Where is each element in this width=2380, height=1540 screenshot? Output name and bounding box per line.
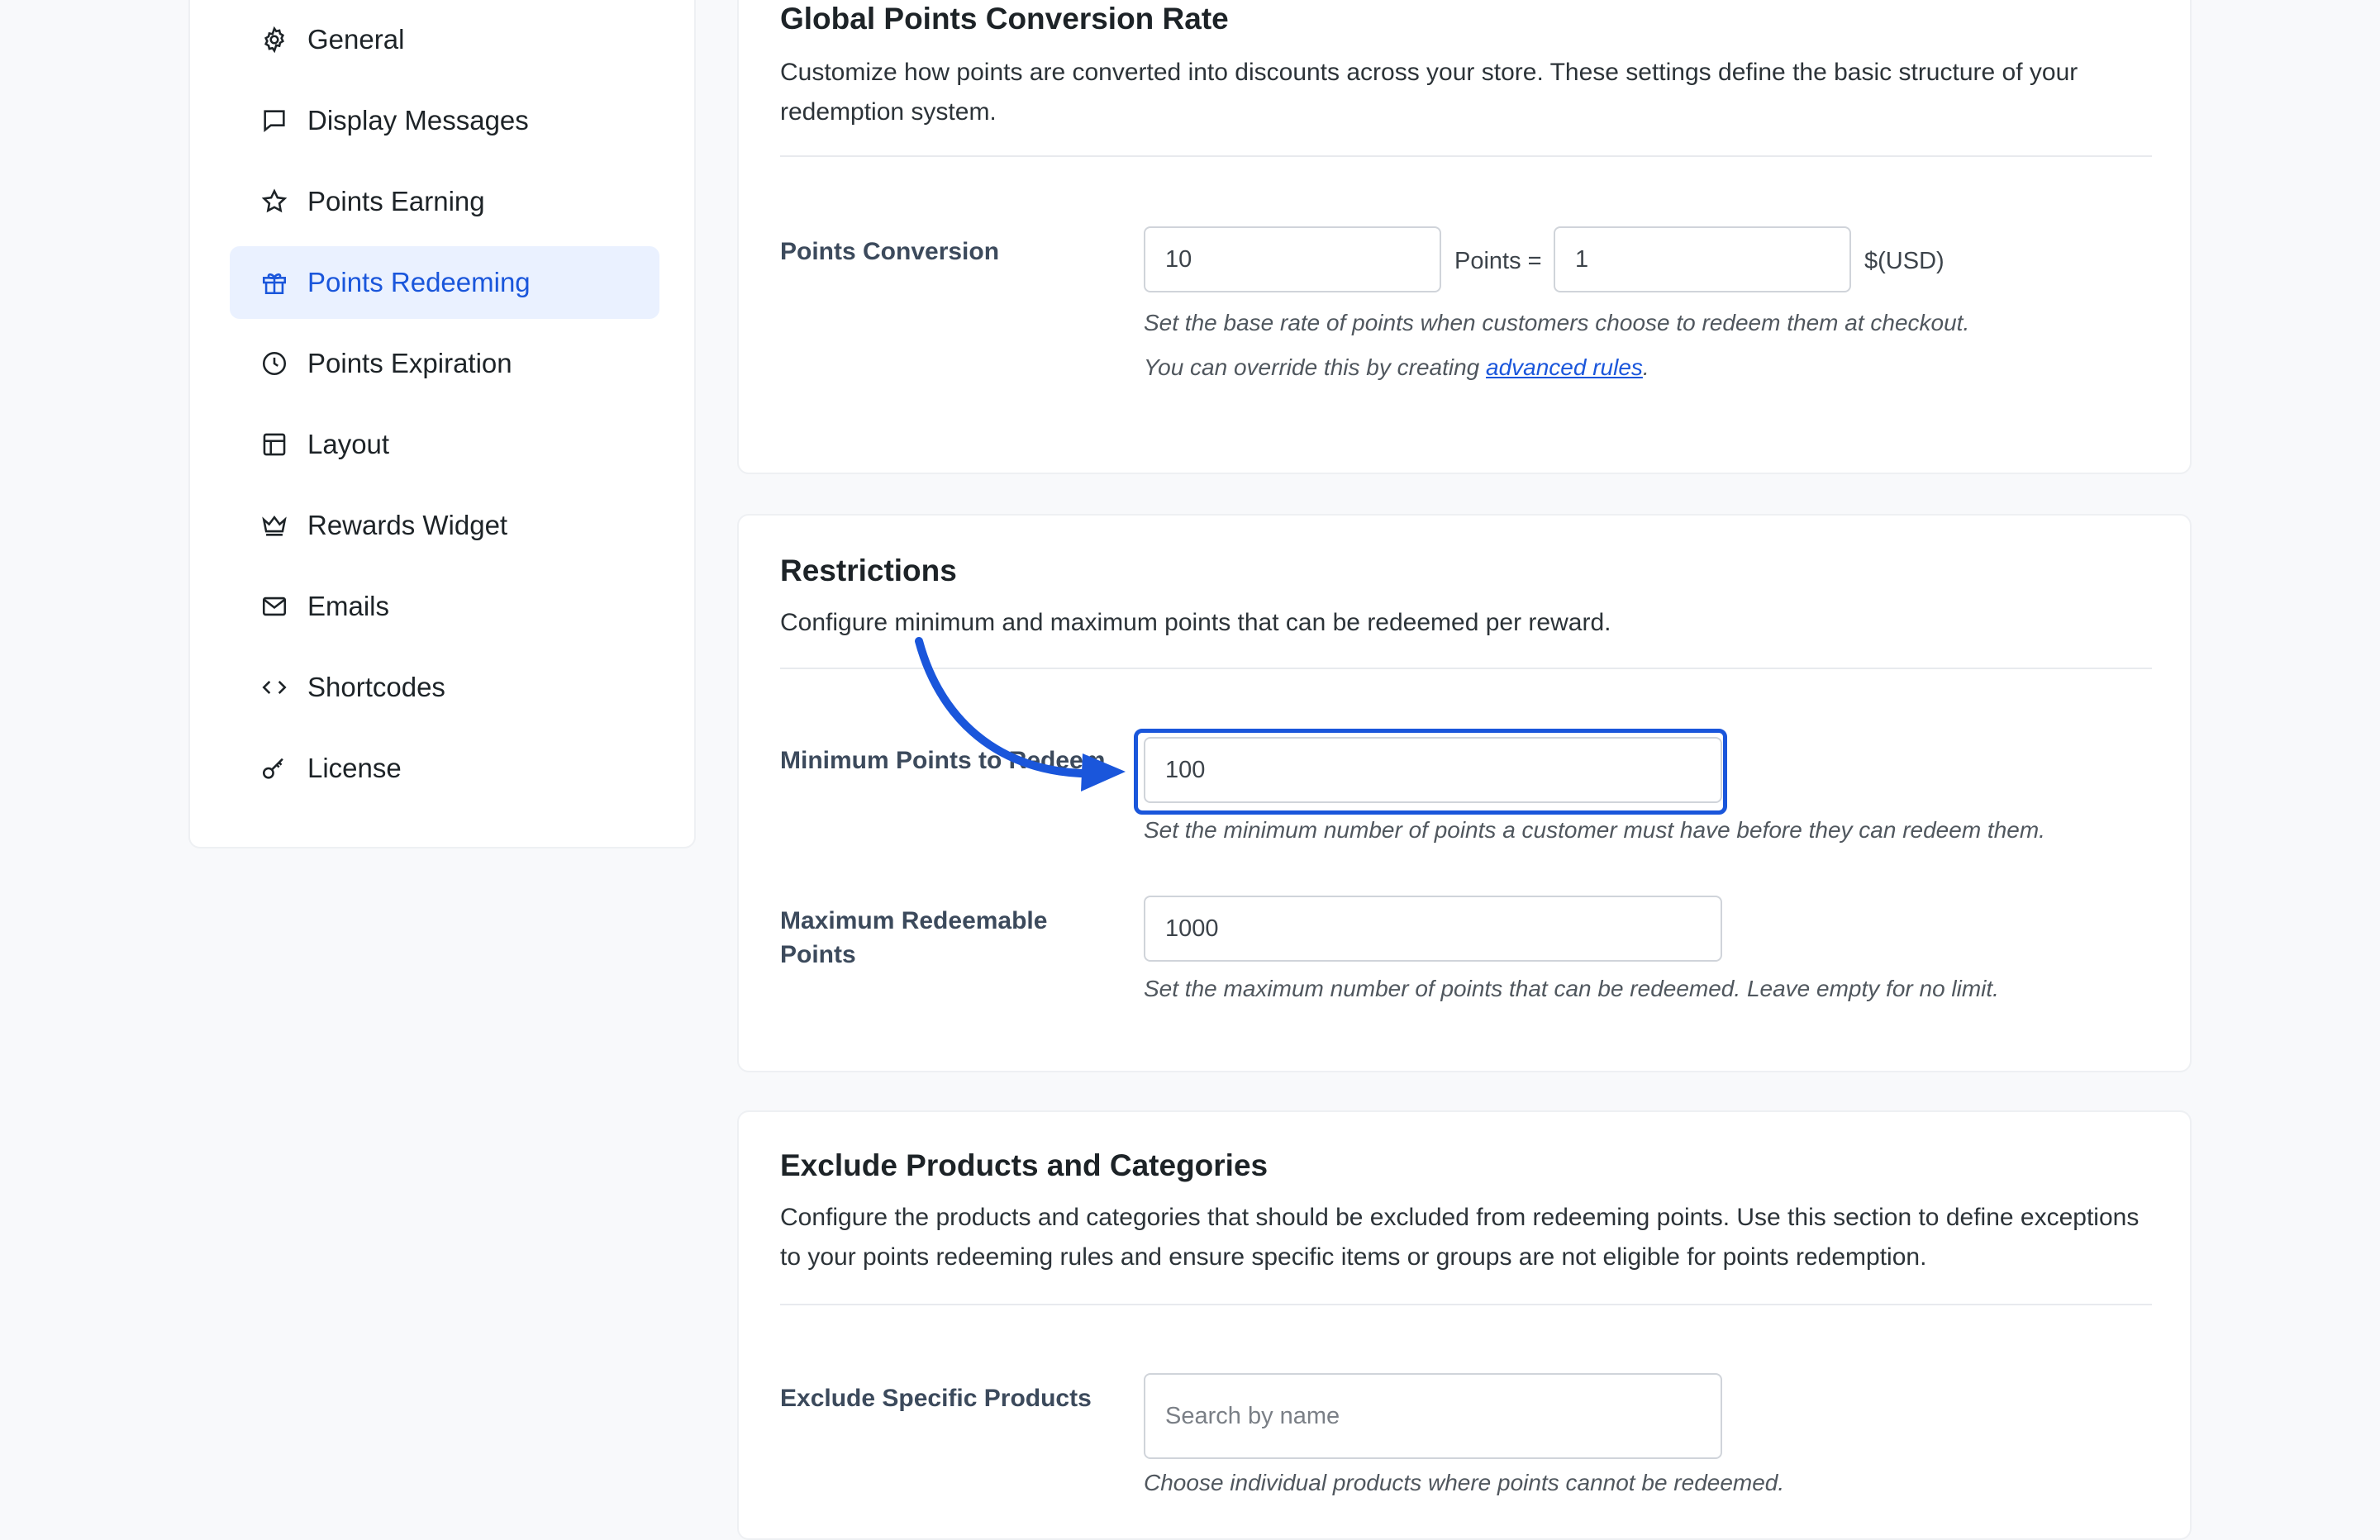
sidebar-item-label: Rewards Widget bbox=[307, 510, 508, 540]
currency-label: $(USD) bbox=[1864, 248, 1944, 274]
clock-icon bbox=[259, 349, 289, 378]
min-points-help: Set the minimum number of points a custo… bbox=[1144, 817, 2045, 843]
sidebar-item-display-messages[interactable]: Display Messages bbox=[230, 84, 659, 157]
section-title: Restrictions bbox=[780, 554, 957, 587]
help-line: Set the base rate of points when custome… bbox=[1144, 310, 1970, 335]
min-points-input[interactable]: 100 bbox=[1144, 737, 1722, 803]
sidebar-item-points-earning[interactable]: Points Earning bbox=[230, 165, 659, 238]
section-title: Exclude Products and Categories bbox=[780, 1148, 1269, 1182]
sidebar-item-label: Display Messages bbox=[307, 105, 529, 135]
sidebar-item-license[interactable]: License bbox=[230, 732, 659, 805]
points-equals-label: Points = bbox=[1454, 248, 1542, 274]
sidebar-item-label: License bbox=[307, 753, 402, 783]
sidebar-item-layout[interactable]: Layout bbox=[230, 408, 659, 481]
section-title: Global Points Conversion Rate bbox=[780, 2, 1229, 36]
sidebar-item-points-expiration[interactable]: Points Expiration bbox=[230, 327, 659, 400]
points-input[interactable]: 10 bbox=[1144, 226, 1441, 292]
gift-icon bbox=[259, 268, 289, 297]
divider bbox=[780, 155, 2152, 157]
crown-icon bbox=[259, 511, 289, 540]
conversion-rate-card: Global Points Conversion Rate Customize … bbox=[737, 0, 2192, 474]
sidebar-item-label: Layout bbox=[307, 429, 390, 459]
max-points-input[interactable]: 1000 bbox=[1144, 896, 1722, 962]
help-line: You can override this by creating advanc… bbox=[1144, 354, 1649, 380]
section-description: Customize how points are converted into … bbox=[780, 59, 2078, 126]
sidebar-item-label: Emails bbox=[307, 591, 390, 621]
code-icon bbox=[259, 673, 289, 702]
points-conversion-label: Points Conversion bbox=[780, 238, 1000, 265]
divider bbox=[780, 668, 2152, 669]
sidebar-item-points-redeeming[interactable]: Points Redeeming bbox=[230, 246, 659, 319]
exclude-products-label: Exclude Specific Products bbox=[780, 1385, 1092, 1412]
message-icon bbox=[259, 106, 289, 135]
min-points-label: Minimum Points to Redeem bbox=[780, 747, 1106, 774]
conversion-help-text: Set the base rate of points when custome… bbox=[1144, 301, 1969, 390]
sidebar-item-label: Points Redeeming bbox=[307, 267, 531, 297]
restrictions-card: Restrictions Configure minimum and maxim… bbox=[737, 514, 2192, 1072]
exclude-products-search-input[interactable]: Search by name bbox=[1144, 1373, 1722, 1459]
exclude-products-help: Choose individual products where points … bbox=[1144, 1470, 1785, 1495]
key-icon bbox=[259, 753, 289, 783]
section-description: Configure the products and categories th… bbox=[780, 1204, 2140, 1271]
sidebar-item-general[interactable]: General bbox=[230, 3, 659, 76]
section-description: Configure minimum and maximum points tha… bbox=[780, 609, 1611, 636]
star-icon bbox=[259, 187, 289, 216]
layout-icon bbox=[259, 430, 289, 459]
settings-sidebar: General Display Messages Points Earning … bbox=[188, 0, 696, 848]
divider bbox=[780, 1304, 2152, 1305]
exclude-card: Exclude Products and Categories Configur… bbox=[737, 1110, 2192, 1540]
sidebar-item-label: Shortcodes bbox=[307, 672, 445, 702]
currency-input[interactable]: 1 bbox=[1554, 226, 1851, 292]
sidebar-item-shortcodes[interactable]: Shortcodes bbox=[230, 651, 659, 724]
max-points-help: Set the maximum number of points that ca… bbox=[1144, 976, 1999, 1001]
advanced-rules-link[interactable]: advanced rules bbox=[1486, 354, 1643, 380]
mail-icon bbox=[259, 592, 289, 621]
max-points-label: Maximum Redeemable Points bbox=[780, 907, 1048, 968]
sidebar-item-label: General bbox=[307, 24, 405, 55]
sidebar-item-emails[interactable]: Emails bbox=[230, 570, 659, 643]
sidebar-item-rewards-widget[interactable]: Rewards Widget bbox=[230, 489, 659, 562]
sidebar-item-label: Points Earning bbox=[307, 186, 485, 216]
sidebar-item-label: Points Expiration bbox=[307, 348, 512, 378]
gear-icon bbox=[259, 25, 289, 55]
